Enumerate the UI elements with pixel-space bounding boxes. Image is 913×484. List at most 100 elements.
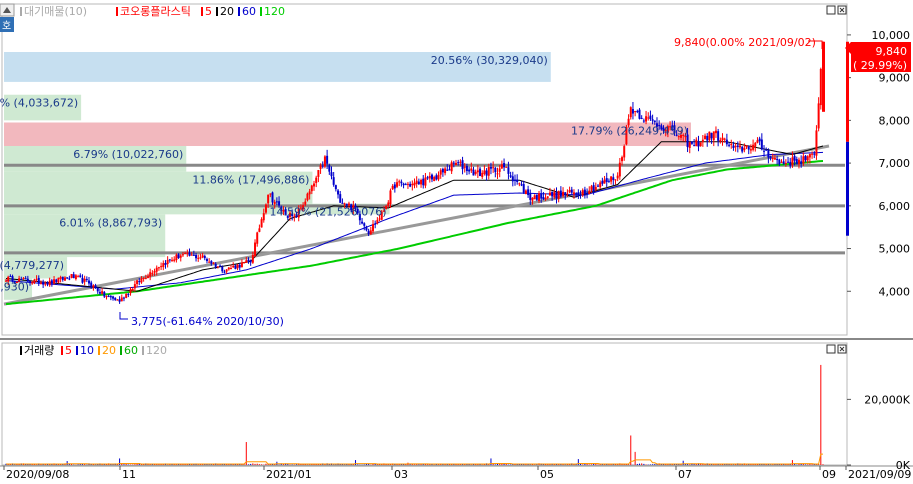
candle-body <box>66 277 69 279</box>
candle-body <box>437 174 440 180</box>
candle-body <box>146 276 149 278</box>
candle-body <box>714 130 717 134</box>
candle-body <box>430 174 433 180</box>
candle-body <box>645 116 648 122</box>
candle-body <box>326 155 329 164</box>
candle-body <box>621 157 624 162</box>
candle-body <box>131 288 134 290</box>
candle-body <box>151 273 154 275</box>
candle-body <box>417 181 420 185</box>
candle-body <box>258 228 261 232</box>
candle-body <box>769 156 772 159</box>
candle-body <box>765 149 768 151</box>
candle-body <box>216 266 219 268</box>
candle-body <box>103 292 106 297</box>
legend-item: 120 <box>146 344 167 357</box>
candle-body <box>337 190 340 195</box>
candle-body <box>586 192 589 194</box>
current-price-value: 9,840 <box>876 45 908 58</box>
legend-swatch <box>61 346 63 355</box>
candle-body <box>70 274 73 278</box>
candle-body <box>184 252 187 254</box>
candle-body <box>109 296 112 298</box>
candle-body <box>457 162 460 164</box>
candle-body <box>107 295 110 297</box>
legend-swatch <box>76 346 78 355</box>
candle-body <box>406 183 409 185</box>
candle-body <box>551 191 554 197</box>
volume-profile-label: 2.73% (4,033,672) <box>0 97 78 110</box>
candle-body <box>647 117 650 119</box>
volume-profile-label: 17.79% (26,249,459) <box>571 125 688 138</box>
candle-body <box>485 170 488 176</box>
candle-body <box>402 183 405 186</box>
candle-body <box>254 242 257 256</box>
candle-body <box>651 119 654 121</box>
candle-body <box>249 260 252 263</box>
candle-body <box>773 158 776 160</box>
candle-body <box>129 289 132 294</box>
candle-body <box>579 194 582 196</box>
legend-swatch <box>201 7 203 16</box>
candle-body <box>688 142 691 148</box>
candle-body <box>540 193 543 199</box>
candle-body <box>81 277 84 283</box>
maximize-volume-panel-button[interactable] <box>826 344 836 354</box>
candle-body <box>409 183 412 187</box>
candle-body <box>559 190 562 197</box>
candle-body <box>776 158 779 161</box>
candle-body <box>813 153 816 155</box>
candle-body <box>629 107 632 118</box>
candle-body <box>212 262 215 264</box>
candle-body <box>562 191 565 196</box>
legend-item: 120 <box>264 5 285 18</box>
x-tick-label: 11 <box>122 468 136 480</box>
candle-body <box>522 184 525 193</box>
candle-body <box>509 175 512 177</box>
candle-body <box>48 280 51 286</box>
y-tick-label: 8,000 <box>879 114 911 127</box>
candle-body <box>39 282 42 284</box>
candle-body <box>181 254 184 256</box>
candle-body <box>77 276 80 278</box>
candle-body <box>435 175 438 180</box>
candle-body <box>420 179 423 185</box>
candle-body <box>564 192 567 195</box>
candle-body <box>500 164 503 169</box>
candle-body <box>240 262 243 268</box>
candle-body <box>780 161 783 163</box>
candle-body <box>734 146 737 148</box>
candle-body <box>474 171 477 174</box>
candle-body <box>719 139 722 142</box>
candle-body <box>313 183 316 187</box>
candle-body <box>88 280 91 284</box>
chart-window: 3.06% (4,520,930) 3.24% (4,779,277) 6.01% … <box>0 0 913 481</box>
legend-item: 10 <box>80 344 94 357</box>
candle-body <box>164 263 167 265</box>
candle-body <box>57 277 60 283</box>
candle-body <box>127 293 130 295</box>
candle-body <box>581 190 584 196</box>
candle-body <box>96 287 99 292</box>
candle-body <box>269 193 272 195</box>
volume-y-tick-label: 20,000K <box>864 393 910 406</box>
candle-body <box>98 292 101 294</box>
legend-item: 60 <box>124 344 138 357</box>
candle-body <box>343 203 346 205</box>
candle-body <box>763 150 766 152</box>
candle-body <box>797 159 800 165</box>
stock-chart-svg: 3.06% (4,520,930) 3.24% (4,779,277) 6.01% … <box>0 0 913 481</box>
candle-body <box>371 224 374 232</box>
candle-body <box>749 149 752 151</box>
candle-body <box>758 138 761 142</box>
candle-body <box>494 167 497 173</box>
candle-body <box>492 167 495 169</box>
maximize-price-panel-button[interactable] <box>826 5 836 15</box>
candle-body <box>393 184 396 189</box>
candle-body <box>721 137 724 141</box>
candle-body <box>544 197 547 200</box>
volume-profile-label: 3.06% (4,520,930) <box>0 280 29 293</box>
candle-body <box>607 180 610 182</box>
candle-body <box>319 165 322 169</box>
candle-body <box>452 162 455 164</box>
